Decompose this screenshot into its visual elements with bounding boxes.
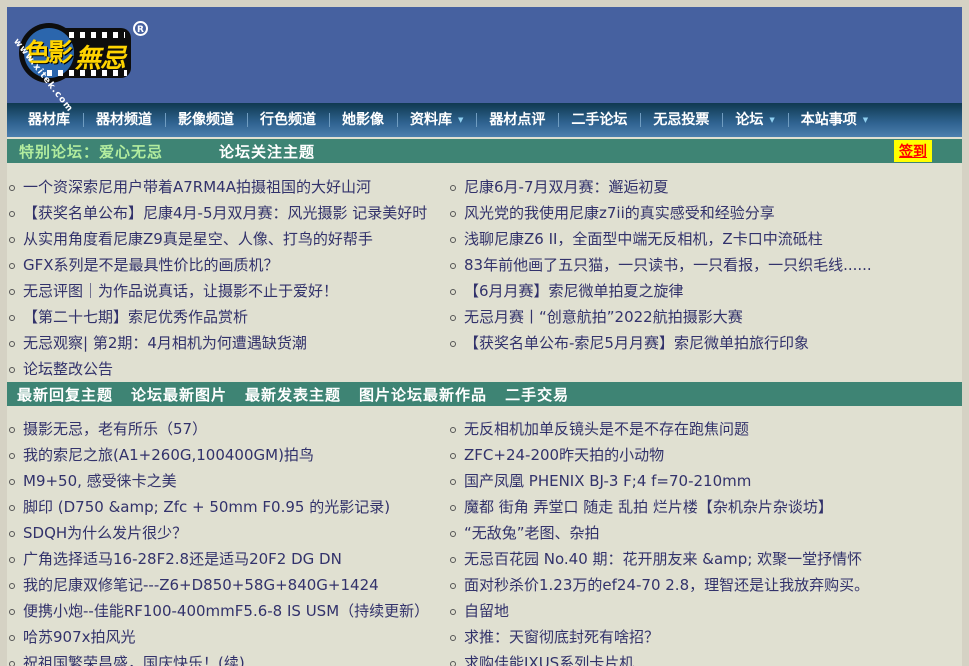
topic-link[interactable]: 浅聊尼康Z6 II，全面型中端无反相机，Z卡口中流砥柱 [448, 226, 962, 252]
nav-item-label: 影像频道 [178, 112, 234, 128]
topic-link[interactable]: 自留地 [448, 598, 962, 624]
latest-tab[interactable]: 最新回复主题 [17, 384, 113, 405]
latest-tab[interactable]: 最新发表主题 [245, 384, 341, 405]
topic-list: 尼康6月-7月双月赛：邂逅初夏风光党的我使用尼康z7ii的真实感受和经验分享浅聊… [448, 174, 962, 356]
nav-item-label: 行色频道 [260, 112, 316, 128]
topic-link[interactable]: 便携小炮--佳能RF100-400mmF5.6-8 IS USM（持续更新） [7, 598, 444, 624]
nav-item[interactable]: 器材库▼ [15, 103, 83, 137]
nav-item-label: 器材库 [28, 112, 70, 128]
nav-item[interactable]: 器材点评▼ [476, 103, 558, 137]
chevron-down-icon: ▼ [863, 116, 868, 124]
topic-link[interactable]: 【第二十七期】索尼优秀作品赏析 [7, 304, 444, 330]
nav-item-label: 她影像 [342, 112, 384, 128]
topic-link[interactable]: “无敌兔”老图、杂拍 [448, 520, 962, 546]
topic-list: 摄影无忌，老有所乐（57）我的索尼之旅(A1+260G,100400GM)拍鸟M… [7, 416, 444, 666]
focus-topics-right-column: 尼康6月-7月双月赛：邂逅初夏风光党的我使用尼康z7ii的真实感受和经验分享浅聊… [444, 174, 962, 382]
topic-link[interactable]: 求购佳能IXUS系列卡片机 [448, 650, 962, 666]
latest-topics-right-column: 无反相机加单反镜头是不是不存在跑焦问题ZFC+24-200昨天拍的小动物国产凤凰… [444, 416, 962, 666]
topic-link[interactable]: 83年前他画了五只猫，一只读书，一只看报，一只织毛线...... [448, 252, 962, 278]
topic-link[interactable]: 无忌月赛丨“创意航拍”2022航拍摄影大赛 [448, 304, 962, 330]
topic-link[interactable]: 从实用角度看尼康Z9真是星空、人像、打鸟的好帮手 [7, 226, 444, 252]
topic-link[interactable]: 祝祖国繁荣昌盛，国庆快乐！(续) [7, 650, 444, 666]
nav-item[interactable]: 影像频道▼ [165, 103, 247, 137]
topic-link[interactable]: 无忌观察| 第2期：4月相机为何遭遇缺货潮 [7, 330, 444, 356]
special-forum-bar: 特别论坛：爱心无忌 论坛关注主题 签到 [7, 139, 962, 163]
topic-link[interactable]: 哈苏907x拍风光 [7, 624, 444, 650]
topic-link[interactable]: 论坛整改公告 [7, 356, 444, 382]
topic-link[interactable]: 【获奖名单公布-索尼5月月赛】索尼微单拍旅行印象 [448, 330, 962, 356]
topic-link[interactable]: M9+50, 感受徕卡之美 [7, 468, 444, 494]
topic-link[interactable]: 【6月月赛】索尼微单拍夏之旋律 [448, 278, 962, 304]
topic-link[interactable]: 魔都 街角 弄堂口 随走 乱拍 烂片楼【杂机杂片杂谈坊】 [448, 494, 962, 520]
nav-item-label: 论坛 [735, 112, 763, 128]
special-forum-link[interactable]: 特别论坛：爱心无忌 [19, 141, 163, 162]
chevron-down-icon: ▼ [769, 116, 774, 124]
topic-link[interactable]: SDQH为什么发片很少？ [7, 520, 444, 546]
latest-tab[interactable]: 图片论坛最新作品 [359, 384, 487, 405]
topic-list: 一个资深索尼用户带着A7RM4A拍摄祖国的大好山河【获奖名单公布】尼康4月-5月… [7, 174, 444, 382]
topic-link[interactable]: 我的尼康双修笔记---Z6+D850+58G+840G+1424 [7, 572, 444, 598]
nav-item-label: 器材点评 [489, 112, 545, 128]
nav-item[interactable]: 行色频道▼ [247, 103, 329, 137]
main-nav-list: 器材库▼ 器材频道▼ 影像频道▼ 行色频道▼ 她影像▼ 资料库▼ 器材点评▼ 二… [15, 103, 881, 137]
nav-item[interactable]: 论坛 ▼ [722, 103, 787, 137]
main-nav: 器材库▼ 器材频道▼ 影像频道▼ 行色频道▼ 她影像▼ 资料库▼ 器材点评▼ 二… [7, 103, 962, 137]
focus-topics-section: 一个资深索尼用户带着A7RM4A拍摄祖国的大好山河【获奖名单公布】尼康4月-5月… [7, 163, 962, 382]
nav-item-label: 器材频道 [96, 112, 152, 128]
nav-item[interactable]: 二手论坛▼ [558, 103, 640, 137]
topic-link[interactable]: 风光党的我使用尼康z7ii的真实感受和经验分享 [448, 200, 962, 226]
nav-item-label: 无忌投票 [653, 112, 709, 128]
latest-tab[interactable]: 二手交易 [505, 384, 569, 405]
site-logo[interactable]: 色影 無忌 www.xitek.com R [17, 19, 157, 91]
topic-list: 无反相机加单反镜头是不是不存在跑焦问题ZFC+24-200昨天拍的小动物国产凤凰… [448, 416, 962, 666]
nav-item-label: 本站事项 [801, 112, 857, 128]
topic-link[interactable]: 无忌百花园 No.40 期：花开朋友来 &amp; 欢聚一堂抒情怀 [448, 546, 962, 572]
latest-topics-section: 摄影无忌，老有所乐（57）我的索尼之旅(A1+260G,100400GM)拍鸟M… [7, 406, 962, 666]
nav-item-label: 资料库 [410, 112, 452, 128]
topic-link[interactable]: 【获奖名单公布】尼康4月-5月双月赛：风光摄影 记录美好时 [7, 200, 444, 226]
chevron-down-icon: ▼ [458, 116, 463, 124]
topic-link[interactable]: 无忌评图｜为作品说真话，让摄影不止于爱好！ [7, 278, 444, 304]
topic-link[interactable]: GFX系列是不是最具性价比的画质机？ [7, 252, 444, 278]
registered-trademark-icon: R [133, 21, 148, 36]
nav-item[interactable]: 无忌投票▼ [640, 103, 722, 137]
nav-item[interactable]: 资料库 ▼ [397, 103, 476, 137]
topic-link[interactable]: 无反相机加单反镜头是不是不存在跑焦问题 [448, 416, 962, 442]
latest-tab[interactable]: 论坛最新图片 [131, 384, 227, 405]
nav-item[interactable]: 器材频道▼ [83, 103, 165, 137]
site-header: 色影 無忌 www.xitek.com R [7, 7, 962, 103]
nav-item[interactable]: 她影像▼ [329, 103, 397, 137]
topic-link[interactable]: 摄影无忌，老有所乐（57） [7, 416, 444, 442]
topic-link[interactable]: ZFC+24-200昨天拍的小动物 [448, 442, 962, 468]
latest-topics-left-column: 摄影无忌，老有所乐（57）我的索尼之旅(A1+260G,100400GM)拍鸟M… [7, 416, 444, 666]
logo-film-holes-bottom [47, 70, 127, 76]
topic-link[interactable]: 广角选择适马16-28F2.8还是适马20F2 DG DN [7, 546, 444, 572]
sign-in-button[interactable]: 签到 [894, 140, 932, 162]
focus-topics-heading: 论坛关注主题 [219, 141, 315, 162]
topic-link[interactable]: 一个资深索尼用户带着A7RM4A拍摄祖国的大好山河 [7, 174, 444, 200]
latest-tabs-bar: 最新回复主题论坛最新图片最新发表主题图片论坛最新作品二手交易 [7, 382, 962, 406]
topic-link[interactable]: 求推：天窗彻底封死有啥招？ [448, 624, 962, 650]
topic-link[interactable]: 脚印 (D750 &amp; Zfc + 50mm F0.95 的光影记录) [7, 494, 444, 520]
topic-link[interactable]: 国产凤凰 PHENIX BJ-3 F;4 f=70-210mm [448, 468, 962, 494]
topic-link[interactable]: 面对秒杀价1.23万的ef24-70 2.8，理智还是让我放弃购买。 [448, 572, 962, 598]
focus-topics-left-column: 一个资深索尼用户带着A7RM4A拍摄祖国的大好山河【获奖名单公布】尼康4月-5月… [7, 174, 444, 382]
nav-item-label: 二手论坛 [571, 112, 627, 128]
topic-link[interactable]: 尼康6月-7月双月赛：邂逅初夏 [448, 174, 962, 200]
nav-item[interactable]: 本站事项 ▼ [788, 103, 881, 137]
page: 色影 無忌 www.xitek.com R 器材库▼ 器材频道▼ 影像频道▼ 行… [7, 7, 962, 666]
topic-link[interactable]: 我的索尼之旅(A1+260G,100400GM)拍鸟 [7, 442, 444, 468]
